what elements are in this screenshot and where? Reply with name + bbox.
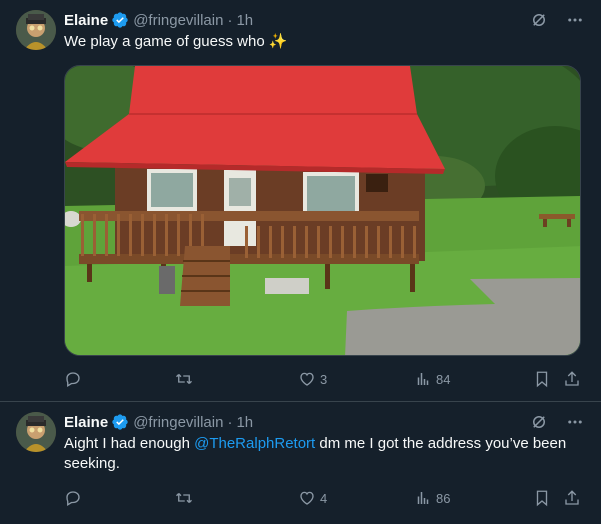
grok-icon[interactable] [529, 412, 549, 432]
share-button[interactable] [563, 370, 581, 388]
share-button[interactable] [563, 489, 581, 507]
retweet-button[interactable] [175, 489, 197, 507]
analytics-icon [417, 373, 429, 385]
reply-button[interactable] [64, 370, 86, 388]
separator-dot: · [227, 11, 233, 29]
heart-icon [300, 491, 314, 505]
views-count: 86 [436, 490, 451, 506]
display-name[interactable]: Elaine [64, 414, 108, 431]
reply-button[interactable] [64, 489, 86, 507]
like-button[interactable]: 4 [298, 489, 327, 507]
like-button[interactable]: 3 [298, 370, 327, 388]
more-options-icon[interactable] [565, 10, 585, 30]
reply-icon [66, 372, 80, 387]
views-button[interactable]: 84 [414, 370, 450, 388]
avatar-image [16, 412, 56, 452]
grok-icon[interactable] [529, 10, 549, 30]
avatar[interactable] [16, 412, 56, 452]
retweet-button[interactable] [175, 370, 197, 388]
share-icon [565, 490, 579, 505]
views-button[interactable]: 86 [414, 489, 450, 507]
like-count: 3 [320, 371, 328, 387]
tweet-header: Elaine @fringevillain · 1h [64, 412, 585, 432]
timeline-feed: Elaine @fringevillain · 1h We play a gam… [0, 0, 601, 524]
reply-icon [66, 491, 80, 506]
bookmark-button[interactable] [533, 489, 551, 507]
verified-badge-icon [112, 414, 128, 430]
tweet[interactable]: Elaine @fringevillain · 1h Aight I had e… [0, 401, 601, 524]
timestamp[interactable]: 1h [236, 414, 253, 431]
tweet-actions: 3 84 [64, 369, 585, 389]
more-options-icon[interactable] [565, 412, 585, 432]
tweet[interactable]: Elaine @fringevillain · 1h We play a gam… [0, 0, 601, 401]
tweet-actions: 4 86 [64, 488, 585, 508]
separator-dot: · [227, 413, 233, 431]
share-icon [565, 371, 579, 386]
bookmark-icon [536, 371, 548, 388]
retweet-icon [176, 374, 192, 384]
tweet-text-part: Aight I had enough [64, 435, 195, 452]
tweet-header: Elaine @fringevillain · 1h [64, 10, 585, 30]
user-handle[interactable]: @fringevillain [133, 414, 223, 431]
bookmark-icon [536, 490, 548, 507]
views-count: 84 [436, 371, 451, 387]
avatar-image [16, 10, 56, 50]
like-count: 4 [320, 490, 328, 506]
bookmark-button[interactable] [533, 370, 551, 388]
user-handle[interactable]: @fringevillain [133, 12, 223, 29]
avatar[interactable] [16, 10, 56, 50]
tweet-text: We play a game of guess who ✨ [64, 33, 288, 50]
heart-icon [300, 372, 314, 386]
analytics-icon [417, 492, 429, 504]
cabin-photo [65, 66, 580, 355]
tweet-media-image[interactable] [64, 65, 581, 356]
verified-badge-icon [112, 12, 128, 28]
retweet-icon [176, 493, 192, 503]
mention-link[interactable]: @TheRalphRetort [194, 435, 315, 452]
display-name[interactable]: Elaine [64, 12, 108, 29]
tweet-text: Aight I had enough @TheRalphRetort dm me… [64, 434, 585, 474]
timestamp[interactable]: 1h [236, 12, 253, 29]
